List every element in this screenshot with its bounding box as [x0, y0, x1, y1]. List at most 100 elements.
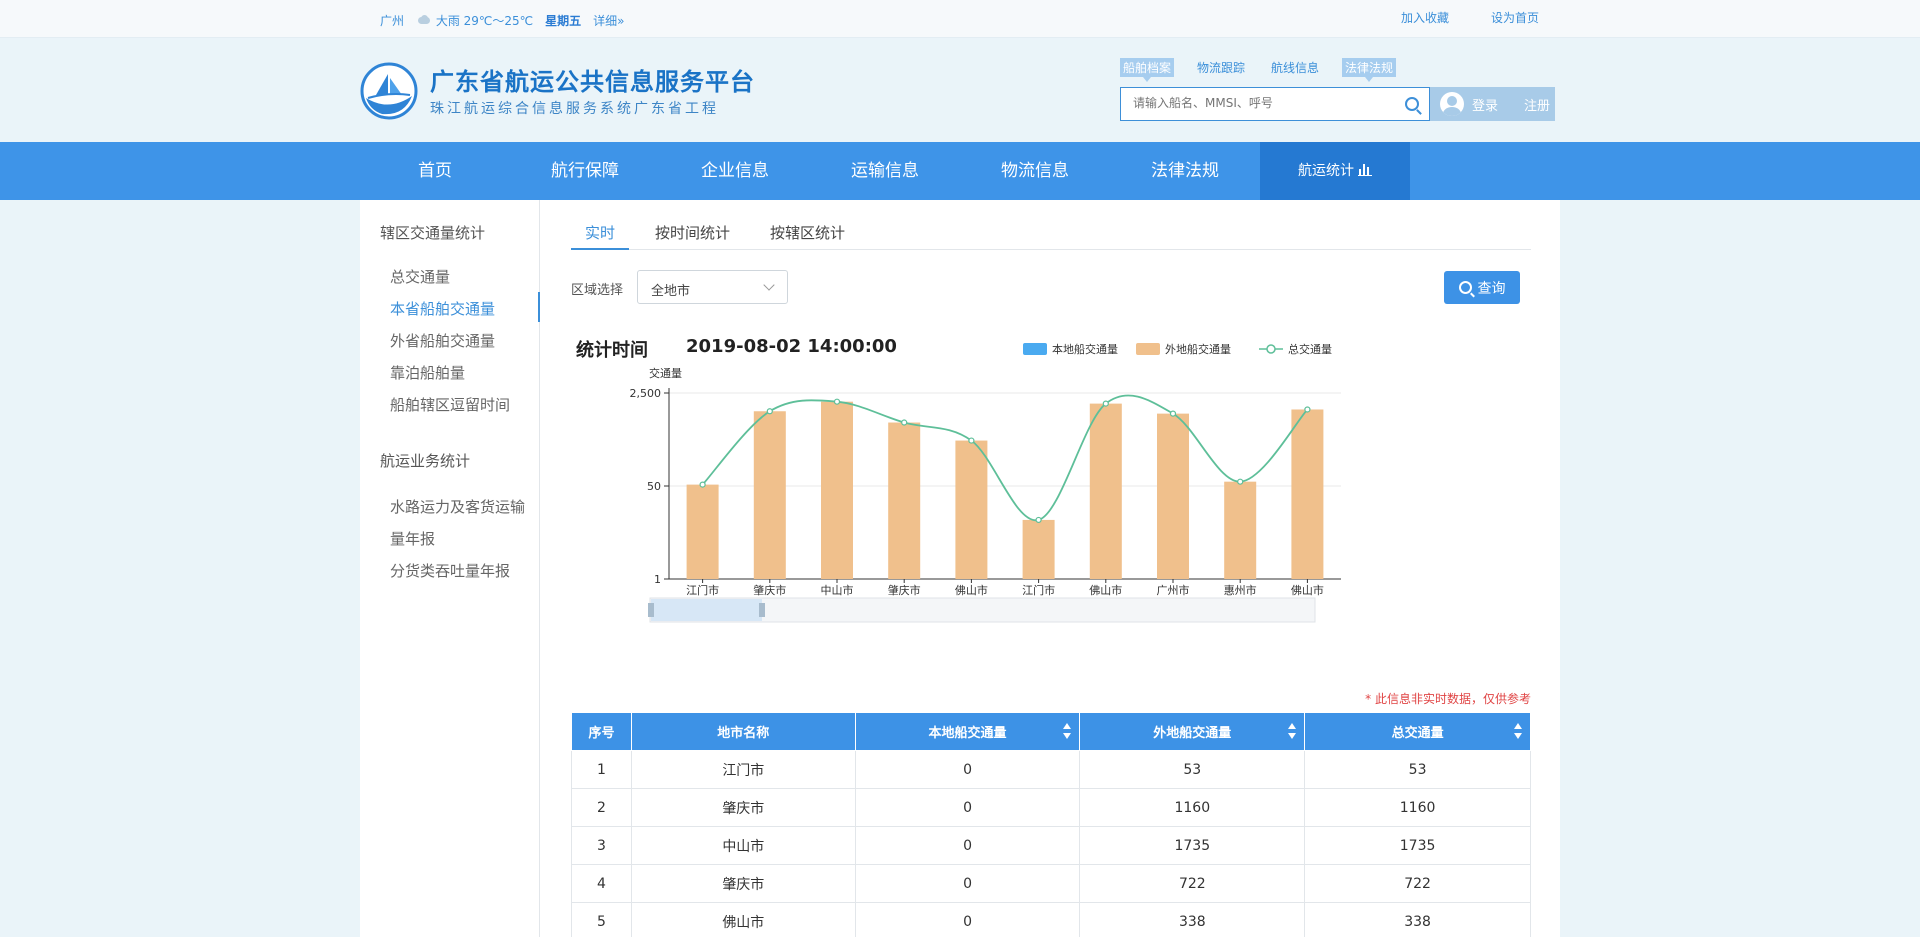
- sort-icon[interactable]: [1288, 723, 1297, 741]
- th-total[interactable]: 总交通量: [1304, 712, 1531, 751]
- x-tick-label: 江门市: [686, 583, 719, 597]
- total-point: [1304, 406, 1311, 413]
- cell-total: 53: [1304, 750, 1531, 789]
- total-point: [1169, 410, 1177, 417]
- search-input[interactable]: [1133, 96, 1393, 110]
- search-tab-logistics[interactable]: 物流跟踪: [1194, 58, 1248, 77]
- weather-detail-link[interactable]: 详细»: [593, 12, 624, 29]
- y-tick-label: 2,500: [630, 387, 662, 400]
- top-strip: 广州 大雨 29℃～25℃ 星期五 详细» 加入收藏 设为首页: [0, 0, 1920, 38]
- th-total-label: 总交通量: [1391, 726, 1444, 741]
- cell-city: 肇庆市: [630, 788, 856, 827]
- cell-index: 2: [571, 788, 632, 827]
- site-subtitle: 珠江航运综合信息服务系统广东省工程: [430, 101, 719, 117]
- table-row: 3 中山市 0 1735 1735: [571, 826, 1531, 865]
- cell-local: 0: [854, 826, 1081, 865]
- cell-index: 5: [571, 902, 632, 937]
- cell-local: 0: [854, 902, 1081, 937]
- search-tab-ship-archive[interactable]: 船舶档案: [1120, 58, 1175, 82]
- traffic-chart: 本地船交通量 外地船交通量 总交通量交通量 2,500 50 1 江门市 肇庆市 中山市 肇庆市 佛…: [630, 342, 1341, 623]
- legend-foreign-label: 外地船交通量: [1165, 342, 1231, 356]
- nav-navigation-support[interactable]: 航行保障: [510, 142, 660, 200]
- sidebar-item-throughput[interactable]: 分货类吞吐量年报: [390, 560, 510, 581]
- th-foreign[interactable]: 外地船交通量: [1079, 712, 1306, 751]
- x-tick-label: 广州市: [1157, 583, 1190, 597]
- legend-foreign-swatch: [1136, 343, 1160, 355]
- nav-shipping-stats[interactable]: 航运统计: [1260, 142, 1410, 200]
- nav-transport-info[interactable]: 运输信息: [810, 142, 960, 200]
- weather-bar: 广州 大雨 29℃～25℃ 星期五 详细»: [380, 12, 625, 29]
- th-foreign-label: 外地船交通量: [1153, 726, 1232, 741]
- search-tab-law[interactable]: 法律法规: [1342, 58, 1397, 82]
- th-index: 序号: [571, 712, 632, 751]
- add-bookmark-link[interactable]: 加入收藏: [1401, 9, 1449, 26]
- sidebar: 辖区交通量统计 总交通量 本省船舶交通量 外省船舶交通量 靠泊船舶量 船舶辖区逗…: [360, 200, 540, 937]
- nav-enterprise-info[interactable]: 企业信息: [660, 142, 810, 200]
- cell-local: 0: [854, 788, 1081, 827]
- th-local-label: 本地船交通量: [928, 726, 1007, 741]
- login-area: 登录 注册: [1430, 87, 1555, 121]
- cell-total: 1735: [1304, 826, 1531, 865]
- cell-city: 肇庆市: [630, 864, 856, 903]
- sidebar-item-foreign[interactable]: 外省船舶交通量: [390, 330, 495, 351]
- weather-info: 大雨 29℃～25℃: [416, 12, 533, 29]
- bar-foreign: [821, 401, 853, 579]
- sidebar-item-annual-transport-cont[interactable]: 量年报: [390, 528, 435, 549]
- weekday: 星期五: [545, 14, 582, 28]
- x-tick-label: 佛山市: [1291, 583, 1324, 597]
- total-point: [901, 419, 908, 426]
- bar-foreign: [888, 422, 921, 579]
- cell-local: 0: [854, 864, 1081, 903]
- th-local[interactable]: 本地船交通量: [854, 712, 1081, 751]
- tab-by-region[interactable]: 按辖区统计: [756, 222, 859, 249]
- sort-icon[interactable]: [1514, 723, 1522, 741]
- cell-foreign: 722: [1079, 864, 1306, 903]
- weather-text: 大雨 29℃～25℃: [435, 14, 534, 28]
- cell-local: 0: [854, 750, 1081, 789]
- site-logo[interactable]: [358, 62, 420, 120]
- set-homepage-link[interactable]: 设为首页: [1491, 9, 1539, 26]
- user-icon: [1440, 92, 1464, 116]
- search-tabs: 船舶档案 物流跟踪 航线信息 法律法规: [1120, 58, 1397, 82]
- cell-foreign: 1735: [1079, 826, 1306, 865]
- nav-logistics-info[interactable]: 物流信息: [960, 142, 1110, 200]
- bar-foreign: [1157, 413, 1189, 579]
- region-select[interactable]: 全地市: [637, 270, 788, 304]
- login-link[interactable]: 登录: [1472, 95, 1498, 114]
- legend-local-swatch: [1023, 343, 1047, 355]
- cell-index: 4: [571, 864, 632, 903]
- sidebar-group-business: 航运业务统计: [380, 452, 471, 470]
- sidebar-item-total[interactable]: 总交通量: [390, 266, 450, 287]
- x-tick-label: 肇庆市: [753, 583, 786, 597]
- cell-index: 1: [571, 750, 632, 789]
- sidebar-item-local[interactable]: 本省船舶交通量: [390, 298, 495, 319]
- sidebar-item-berthing[interactable]: 靠泊船舶量: [390, 362, 465, 383]
- nav-laws[interactable]: 法律法规: [1110, 142, 1260, 200]
- main-area: 实时 按时间统计 按辖区统计 区域选择 全地市 查询 统计时间 2019-08-…: [571, 200, 1531, 937]
- bar-chart-icon: [1358, 164, 1372, 176]
- x-tick-label: 中山市: [821, 583, 854, 597]
- sidebar-item-stay-time[interactable]: 船舶辖区逗留时间: [390, 394, 510, 415]
- sort-icon[interactable]: [1063, 723, 1072, 741]
- sidebar-item-annual-transport[interactable]: 水路运力及客货运输: [390, 496, 525, 517]
- tab-by-time[interactable]: 按时间统计: [641, 222, 744, 249]
- zoom-slider-window: [651, 599, 762, 621]
- y-axis-title: 交通量: [649, 366, 682, 380]
- cell-total: 338: [1304, 902, 1531, 937]
- table-row: 4 肇庆市 0 722 722: [571, 864, 1531, 903]
- nav-home[interactable]: 首页: [360, 142, 510, 200]
- th-city: 地市名称: [630, 712, 856, 751]
- search-tab-route[interactable]: 航线信息: [1268, 58, 1322, 77]
- search-icon: [1458, 281, 1472, 294]
- th-city-label: 地市名称: [717, 726, 770, 741]
- register-link[interactable]: 注册: [1524, 95, 1550, 114]
- search-icon[interactable]: [1405, 97, 1419, 111]
- tab-realtime[interactable]: 实时: [571, 222, 630, 250]
- total-point: [699, 481, 706, 488]
- content-panel: 辖区交通量统计 总交通量 本省船舶交通量 外省船舶交通量 靠泊船舶量 船舶辖区逗…: [360, 200, 1560, 937]
- bar-foreign: [1291, 409, 1324, 579]
- query-button[interactable]: 查询: [1444, 271, 1520, 304]
- x-tick-label: 肇庆市: [888, 583, 921, 597]
- total-point: [766, 408, 773, 415]
- site-header: 广东省航运公共信息服务平台 珠江航运综合信息服务系统广东省工程 船舶档案 物流跟…: [0, 38, 1920, 142]
